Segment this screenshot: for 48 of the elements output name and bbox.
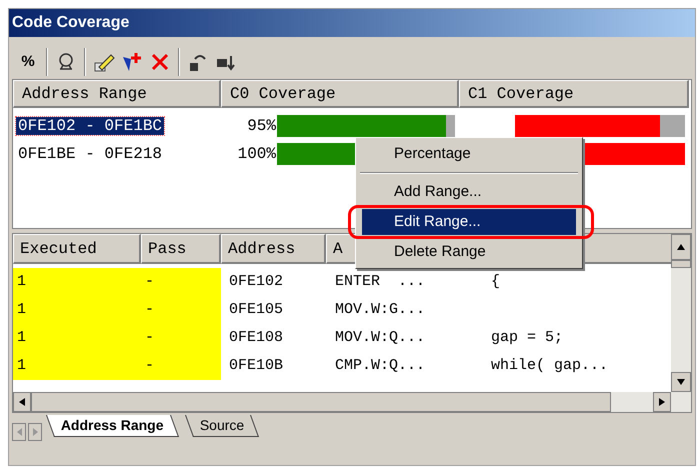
table-cell-text: MOV.W:Q... <box>334 328 426 348</box>
coverage-percent: 100% <box>236 144 276 165</box>
table-cell-text: CMP.W:Q... <box>334 356 426 376</box>
sheet-tab[interactable]: Address Range <box>46 415 179 437</box>
table-cell-text: 0FE108 <box>228 328 284 348</box>
vertical-scrollbar[interactable] <box>671 234 691 412</box>
column-header[interactable]: C0 Coverage <box>221 80 459 108</box>
coverage-percent: 95% <box>246 116 276 137</box>
address-range-item[interactable]: 0FE102 - 0FE1BC <box>16 117 164 135</box>
up-arrow-icon <box>677 244 685 250</box>
table-cell-text: 0FE105 <box>228 300 284 320</box>
table-cell-text: 1 <box>16 356 28 376</box>
menu-item[interactable]: Percentage <box>362 141 576 167</box>
horizontal-scrollbar[interactable] <box>13 392 671 412</box>
right-arrow-icon <box>32 428 38 436</box>
table-cell-text: MOV.W:G... <box>334 300 426 320</box>
menu-item[interactable]: Delete Range <box>362 239 576 265</box>
column-header[interactable]: Address <box>221 234 326 264</box>
left-arrow-icon <box>16 428 22 436</box>
table-cell-text: { <box>491 272 500 292</box>
table-cell-text: ENTER ... <box>334 272 426 292</box>
table-cell-text: gap = 5; <box>491 328 564 348</box>
column-header[interactable]: Address Range <box>13 80 221 108</box>
right-arrow-icon <box>659 398 665 406</box>
table-cell-text: 1 <box>16 272 28 292</box>
down-arrow-icon <box>677 379 685 385</box>
table-cell-text: - <box>144 272 156 292</box>
tab-scroll-left-button[interactable] <box>12 423 26 441</box>
scrollbar-thumb[interactable] <box>671 260 691 268</box>
window-title: Code Coverage <box>12 13 130 33</box>
menu-item[interactable]: Edit Range... <box>362 209 576 235</box>
table-cell-text: 1 <box>16 300 28 320</box>
percentage-button[interactable]: % <box>15 49 41 75</box>
table-cell-text: 1 <box>16 328 28 348</box>
table-cell-text: while( gap... <box>491 356 608 376</box>
table-cell-text: 0FE10B <box>228 356 284 376</box>
menu-item[interactable]: Add Range... <box>362 179 576 205</box>
table-cell-text: 0FE102 <box>228 272 284 292</box>
table-cell-text: - <box>144 328 156 348</box>
tab-scroll-right-button[interactable] <box>28 423 42 441</box>
column-header[interactable]: C1 Coverage <box>459 80 689 108</box>
table-cell-text: - <box>144 356 156 376</box>
address-range-item[interactable]: 0FE1BE - 0FE218 <box>16 145 164 163</box>
column-header[interactable]: Pass <box>141 234 221 264</box>
column-header[interactable]: Executed <box>13 234 141 264</box>
table-cell-text: - <box>144 300 156 320</box>
left-arrow-icon <box>19 398 25 406</box>
sheet-tab[interactable]: Source <box>184 415 260 437</box>
